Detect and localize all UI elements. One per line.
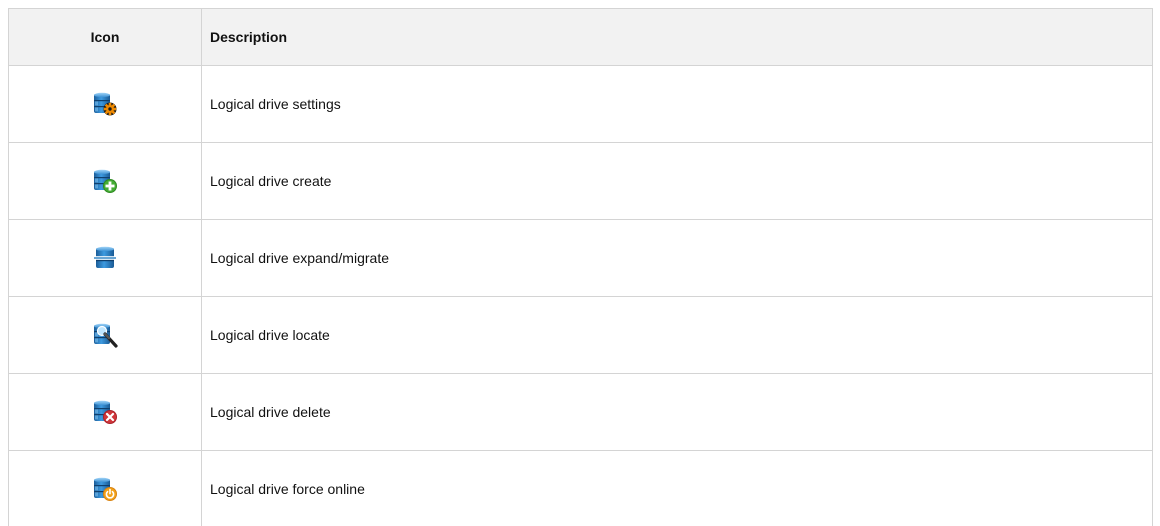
description-cell: Logical drive delete	[202, 374, 1153, 451]
table-row: Logical drive settings	[9, 66, 1153, 143]
description-cell: Logical drive settings	[202, 66, 1153, 143]
table-row: Logical drive force online	[9, 451, 1153, 526]
drive-delete-icon	[92, 399, 118, 425]
table-row: Logical drive locate	[9, 297, 1153, 374]
icon-cell	[9, 220, 202, 297]
table-row: Logical drive expand/migrate	[9, 220, 1153, 297]
description-column-header: Description	[202, 9, 1153, 66]
drive-locate-icon	[92, 322, 118, 348]
table-header-row: Icon Description	[9, 9, 1153, 66]
description-cell: Logical drive create	[202, 143, 1153, 220]
icon-description-table-container: Icon Description	[8, 8, 1152, 526]
icon-cell	[9, 451, 202, 526]
description-cell: Logical drive locate	[202, 297, 1153, 374]
icon-cell	[9, 66, 202, 143]
drive-expand-migrate-icon	[92, 245, 118, 271]
description-cell: Logical drive force online	[202, 451, 1153, 526]
icon-description-table: Icon Description	[8, 8, 1153, 526]
table-row: Logical drive delete	[9, 374, 1153, 451]
icon-column-header: Icon	[9, 9, 202, 66]
drive-settings-icon	[92, 91, 118, 117]
description-cell: Logical drive expand/migrate	[202, 220, 1153, 297]
table-row: Logical drive create	[9, 143, 1153, 220]
drive-create-icon	[92, 168, 118, 194]
icon-cell	[9, 297, 202, 374]
icon-cell	[9, 143, 202, 220]
icon-cell	[9, 374, 202, 451]
drive-force-online-icon	[92, 476, 118, 502]
